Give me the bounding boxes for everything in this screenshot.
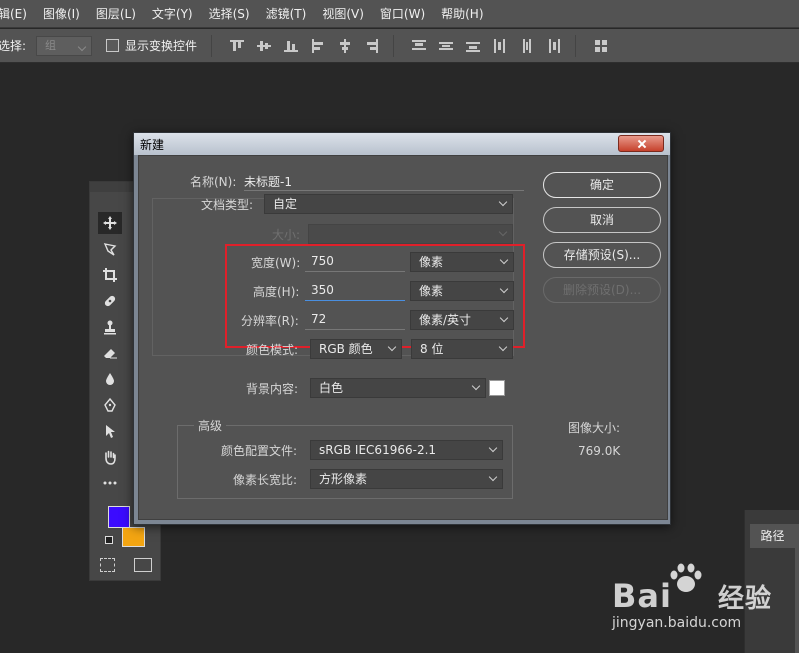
watermark-brand: Bai 经验 [612,577,772,615]
eraser-tool-icon[interactable] [98,342,122,364]
align-right-icon[interactable] [365,38,379,53]
bit-depth-value: 8 位 [420,342,444,356]
size-label: 大小: [272,228,301,242]
dialog-titlebar[interactable]: 新建 [134,133,670,155]
menu-view[interactable]: 视图(V) [314,5,372,22]
menu-type[interactable]: 文字(Y) [144,5,201,22]
dialog-title: 新建 [140,138,165,152]
distribute-vcenter-icon[interactable] [439,39,454,53]
distribute-bottom-icon[interactable] [466,39,481,53]
color-mode-value: RGB 颜色 [319,342,373,356]
path-selection-icon[interactable] [98,420,122,442]
align-hcenter-icon[interactable] [338,38,352,53]
pixel-aspect-select[interactable]: 方形像素 [310,469,503,489]
screen-mode-icon[interactable] [134,558,152,572]
image-size-label: 图像大小: [568,421,621,435]
options-separator [211,34,213,57]
panel-strip [795,524,799,653]
auto-select-label: 选择: [0,39,27,53]
close-icon[interactable] [618,135,664,152]
show-transform-label: 显示变换控件 [125,39,198,53]
pixel-aspect-value: 方形像素 [319,472,368,486]
doc-type-value: 自定 [273,197,298,211]
clone-stamp-icon[interactable] [98,316,122,338]
delete-preset-button: 删除预设(D)... [543,277,661,303]
watermark-url: jingyan.baidu.com [612,615,742,631]
background-color-swatch[interactable] [122,527,145,547]
background-select[interactable]: 白色 [310,378,486,398]
foreground-color-swatch[interactable] [108,506,130,528]
align-vcenter-icon[interactable] [257,39,272,53]
watermark-product-text: 经验 [717,584,772,614]
background-value: 白色 [319,381,344,395]
menu-select[interactable]: 选择(S) [201,5,258,22]
baidu-watermark: Bai 经验 jingyan.baidu.com [612,563,792,635]
name-label: 名称(N): [190,175,237,189]
menu-filter[interactable]: 滤镜(T) [258,5,315,22]
distribute-right-icon[interactable] [547,38,561,53]
menu-bar: 辑(E) 图像(I) 图层(L) 文字(Y) 选择(S) 滤镜(T) 视图(V)… [0,0,799,28]
distribute-top-icon[interactable] [412,39,427,53]
image-size-value: 769.0K [578,444,621,458]
doc-type-select[interactable]: 自定 [264,194,513,214]
menu-window[interactable]: 窗口(W) [372,5,433,22]
cancel-button[interactable]: 取消 [543,207,661,233]
color-profile-select[interactable]: sRGB IEC61966-2.1 [310,440,503,460]
background-label: 背景内容: [246,382,299,396]
crop-tool-icon[interactable] [98,264,122,286]
healing-brush-icon[interactable] [98,290,122,312]
advanced-label: 高级 [194,417,227,434]
new-document-dialog: 新建 名称(N): 未标题-1 文档类型: 自定 大小: 宽度(W): 750 … [133,132,671,525]
auto-select-dropdown[interactable]: 组 [36,35,93,56]
highlight-box [225,244,525,348]
dialog-body: 名称(N): 未标题-1 文档类型: 自定 大小: 宽度(W): 750 像素 … [138,155,668,520]
color-profile-value: sRGB IEC61966-2.1 [319,443,437,457]
watermark-brand-text: Bai [612,577,672,615]
align-bottom-icon[interactable] [284,39,299,53]
blur-tool-icon[interactable] [98,368,122,390]
align-left-icon[interactable] [311,38,325,53]
color-mode-label: 颜色模式: [246,343,299,357]
doc-type-label: 文档类型: [201,198,254,212]
menu-layer[interactable]: 图层(L) [88,5,144,22]
pixel-aspect-label: 像素长宽比: [233,473,298,487]
bit-depth-select[interactable]: 8 位 [411,339,513,359]
move-tool-icon[interactable] [98,212,122,234]
save-preset-button[interactable]: 存储预设(S)... [543,242,661,268]
name-value[interactable]: 未标题-1 [244,173,292,190]
options-bar: 选择: 组 显示变换控件 [0,29,799,63]
pen-tool-icon[interactable] [98,394,122,416]
options-separator [393,34,395,57]
background-color-swatch[interactable] [489,380,505,396]
ok-button[interactable]: 确定 [543,172,661,198]
size-select [308,224,513,244]
lasso-tool-icon[interactable] [98,238,122,260]
quick-mask-icon[interactable] [100,558,115,572]
distribute-buttons [412,38,561,53]
show-transform-checkbox[interactable] [106,39,120,52]
align-top-icon[interactable] [230,39,245,53]
menu-edit[interactable]: 辑(E) [0,5,35,22]
color-profile-label: 颜色配置文件: [221,444,298,458]
align-buttons [230,38,379,53]
options-separator [575,34,577,57]
color-mode-select[interactable]: RGB 颜色 [310,339,402,359]
auto-align-icon[interactable] [594,39,608,53]
menu-help[interactable]: 帮助(H) [433,5,491,22]
auto-align-buttons [594,39,608,53]
distribute-hcenter-icon[interactable] [520,38,534,53]
tab-paths[interactable]: 路径 [750,524,795,548]
menu-image[interactable]: 图像(I) [35,5,88,22]
default-colors-icon[interactable] [105,536,113,544]
distribute-left-icon[interactable] [493,38,507,53]
name-underline [244,190,524,191]
more-tools-icon[interactable] [98,472,122,494]
hand-tool-icon[interactable] [98,446,122,468]
